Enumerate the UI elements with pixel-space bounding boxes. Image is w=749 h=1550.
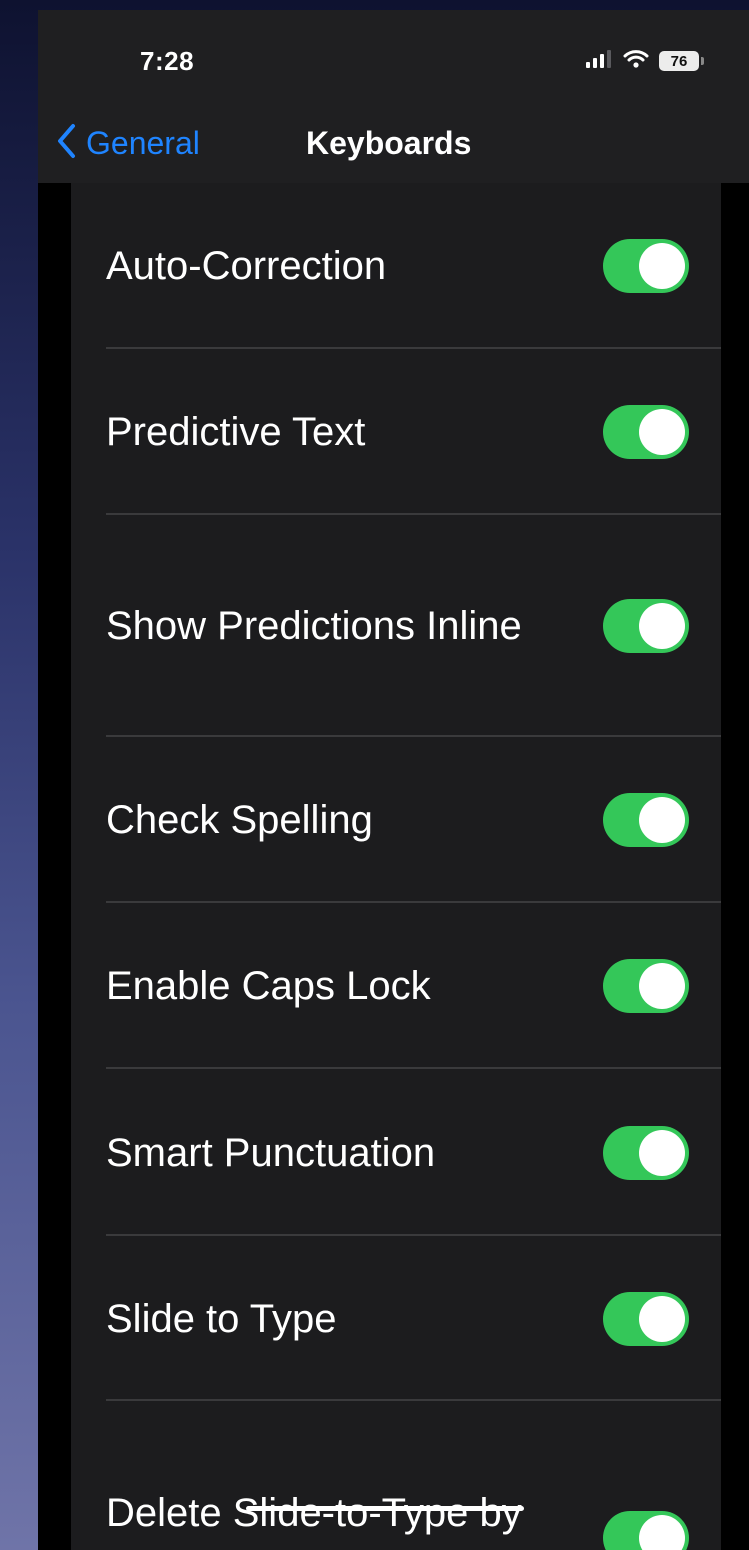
toggle-knob <box>639 1515 685 1550</box>
back-button-label: General <box>86 124 200 161</box>
row-label: Slide to Type <box>106 1296 337 1341</box>
predictive-text-toggle[interactable] <box>603 405 689 459</box>
row-label: Enable Caps Lock <box>106 964 431 1008</box>
page-title: Keyboards <box>306 125 472 161</box>
battery-level: 76 <box>670 52 688 70</box>
enable-caps-lock-toggle[interactable] <box>603 959 689 1013</box>
chevron-left-icon <box>56 123 78 164</box>
phone-screen: 7:28 76 General Keyboards Auto-Correctio… <box>38 10 749 1550</box>
toggle-knob <box>639 1129 685 1176</box>
row-label: Show Predictions Inline <box>106 604 522 648</box>
smart-punctuation-toggle[interactable] <box>603 1125 689 1180</box>
slide-to-type-toggle[interactable] <box>603 1291 689 1346</box>
back-button[interactable]: General <box>56 113 200 173</box>
settings-row-show-predictions-inline: Show Predictions Inline <box>71 515 721 737</box>
status-bar: 7:28 76 <box>38 10 749 105</box>
settings-row-auto-correction: Auto-Correction <box>71 183 721 349</box>
row-label: Smart Punctuation <box>106 1130 436 1175</box>
row-label: Delete Slide-to-Type by Word <box>106 1491 522 1550</box>
wifi-icon <box>623 49 649 74</box>
status-time: 7:28 <box>140 46 195 76</box>
settings-row-smart-punctuation: Smart Punctuation <box>71 1069 721 1236</box>
toggle-knob <box>639 409 685 455</box>
delete-slide-to-type-by-word-toggle[interactable] <box>603 1511 689 1550</box>
settings-row-slide-to-type: Slide to Type <box>71 1236 721 1401</box>
battery-icon: 76 <box>659 51 704 71</box>
check-spelling-toggle[interactable] <box>603 793 689 847</box>
status-icons: 76 <box>585 48 704 74</box>
auto-correction-toggle[interactable] <box>603 239 689 293</box>
toggle-knob <box>639 797 685 843</box>
battery-nub <box>701 57 704 65</box>
settings-row-enable-caps-lock: Enable Caps Lock <box>71 903 721 1069</box>
toggle-knob <box>639 1295 685 1342</box>
settings-row-check-spelling: Check Spelling <box>71 737 721 903</box>
navigation-bar: General Keyboards <box>38 105 749 183</box>
row-label: Check Spelling <box>106 798 373 842</box>
row-label: Predictive Text <box>106 410 366 454</box>
toggle-knob <box>639 243 685 289</box>
settings-row-delete-slide-to-type-by-word: Delete Slide-to-Type by Word <box>71 1401 721 1550</box>
show-predictions-inline-toggle[interactable] <box>603 599 689 653</box>
row-label: Auto-Correction <box>106 244 387 288</box>
settings-list: Auto-Correction Predictive Text Show Pre… <box>71 183 721 1550</box>
home-indicator[interactable] <box>246 1506 524 1511</box>
settings-row-predictive-text: Predictive Text <box>71 349 721 515</box>
toggle-knob <box>639 963 685 1009</box>
signal-icon <box>585 49 613 74</box>
toggle-knob <box>639 603 685 649</box>
